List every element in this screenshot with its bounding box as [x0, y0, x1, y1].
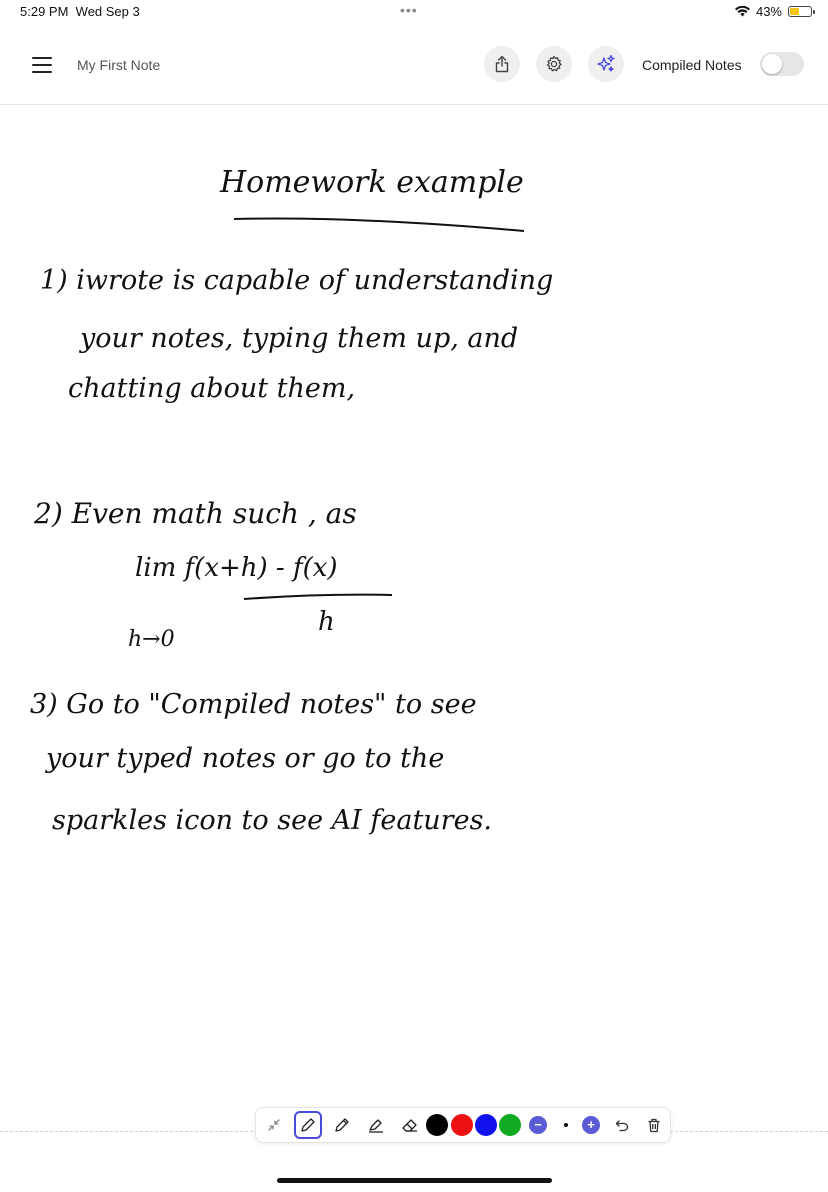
menu-icon[interactable]: [30, 52, 56, 78]
heading-underline: [233, 217, 525, 232]
battery-icon: [788, 6, 815, 17]
trash-icon: [648, 1118, 660, 1132]
share-button[interactable]: [484, 46, 520, 82]
settings-icon: [546, 55, 562, 72]
note-line-1: 1) iwrote is capable of understanding: [40, 265, 554, 296]
note-line-5: lim f(x+h) - f(x): [135, 553, 338, 583]
wifi-icon: [734, 6, 750, 17]
note-heading: Homework example: [220, 165, 524, 200]
collapse-icon: [268, 1119, 280, 1131]
note-line-6: h: [318, 607, 335, 637]
eraser-icon: [402, 1119, 417, 1132]
eraser-tool[interactable]: [396, 1111, 424, 1139]
fraction-bar: [243, 593, 393, 600]
color-swatch-green[interactable]: [499, 1114, 521, 1136]
status-bar: 5:29 PM Wed Sep 3 ••• 43%: [0, 0, 828, 26]
note-line-9: your typed notes or go to the: [46, 743, 445, 774]
pen-tool[interactable]: [294, 1111, 322, 1139]
note-line-3: chatting about them,: [68, 373, 356, 404]
undo-button[interactable]: [608, 1111, 636, 1139]
share-icon: [495, 55, 509, 73]
pen-icon: [301, 1118, 315, 1132]
ai-sparkles-button[interactable]: [588, 46, 624, 82]
note-line-7: h→0: [128, 627, 175, 652]
collapse-toolbar-button[interactable]: [260, 1111, 288, 1139]
note-line-10: sparkles icon to see AI features.: [52, 805, 493, 836]
color-swatch-black[interactable]: [426, 1114, 448, 1136]
highlighter-tool[interactable]: [362, 1111, 390, 1139]
increase-size-button[interactable]: +: [582, 1116, 600, 1134]
note-line-2: your notes, typing them up, and: [80, 323, 519, 354]
pencil-icon: [335, 1118, 349, 1132]
drawing-toolbar: − +: [255, 1107, 671, 1143]
delete-button[interactable]: [640, 1111, 668, 1139]
pencil-tool[interactable]: [328, 1111, 356, 1139]
note-title[interactable]: My First Note: [77, 57, 160, 73]
status-right: 43%: [734, 4, 815, 19]
sparkles-icon: [597, 54, 615, 72]
status-time: 5:29 PM Wed Sep 3: [20, 4, 140, 19]
toggle-knob: [762, 54, 782, 74]
note-header: My First Note Compiled Notes: [0, 30, 828, 105]
compiled-notes-label: Compiled Notes: [642, 57, 742, 73]
color-swatch-blue[interactable]: [475, 1114, 497, 1136]
drawing-canvas[interactable]: Homework example 1) iwrote is capable of…: [0, 105, 828, 1105]
stroke-size-indicator: [564, 1123, 568, 1127]
battery-percent: 43%: [755, 4, 782, 19]
note-line-8: 3) Go to "Compiled notes" to see: [30, 689, 477, 720]
undo-icon: [615, 1120, 629, 1132]
color-swatch-red[interactable]: [451, 1114, 473, 1136]
home-indicator[interactable]: [277, 1178, 552, 1183]
note-line-4: 2) Even math such , as: [34, 497, 357, 530]
highlighter-icon: [369, 1119, 383, 1133]
multitasking-dots-icon[interactable]: •••: [400, 2, 418, 18]
settings-button[interactable]: [536, 46, 572, 82]
compiled-notes-toggle[interactable]: [760, 52, 804, 76]
decrease-size-button[interactable]: −: [529, 1116, 547, 1134]
